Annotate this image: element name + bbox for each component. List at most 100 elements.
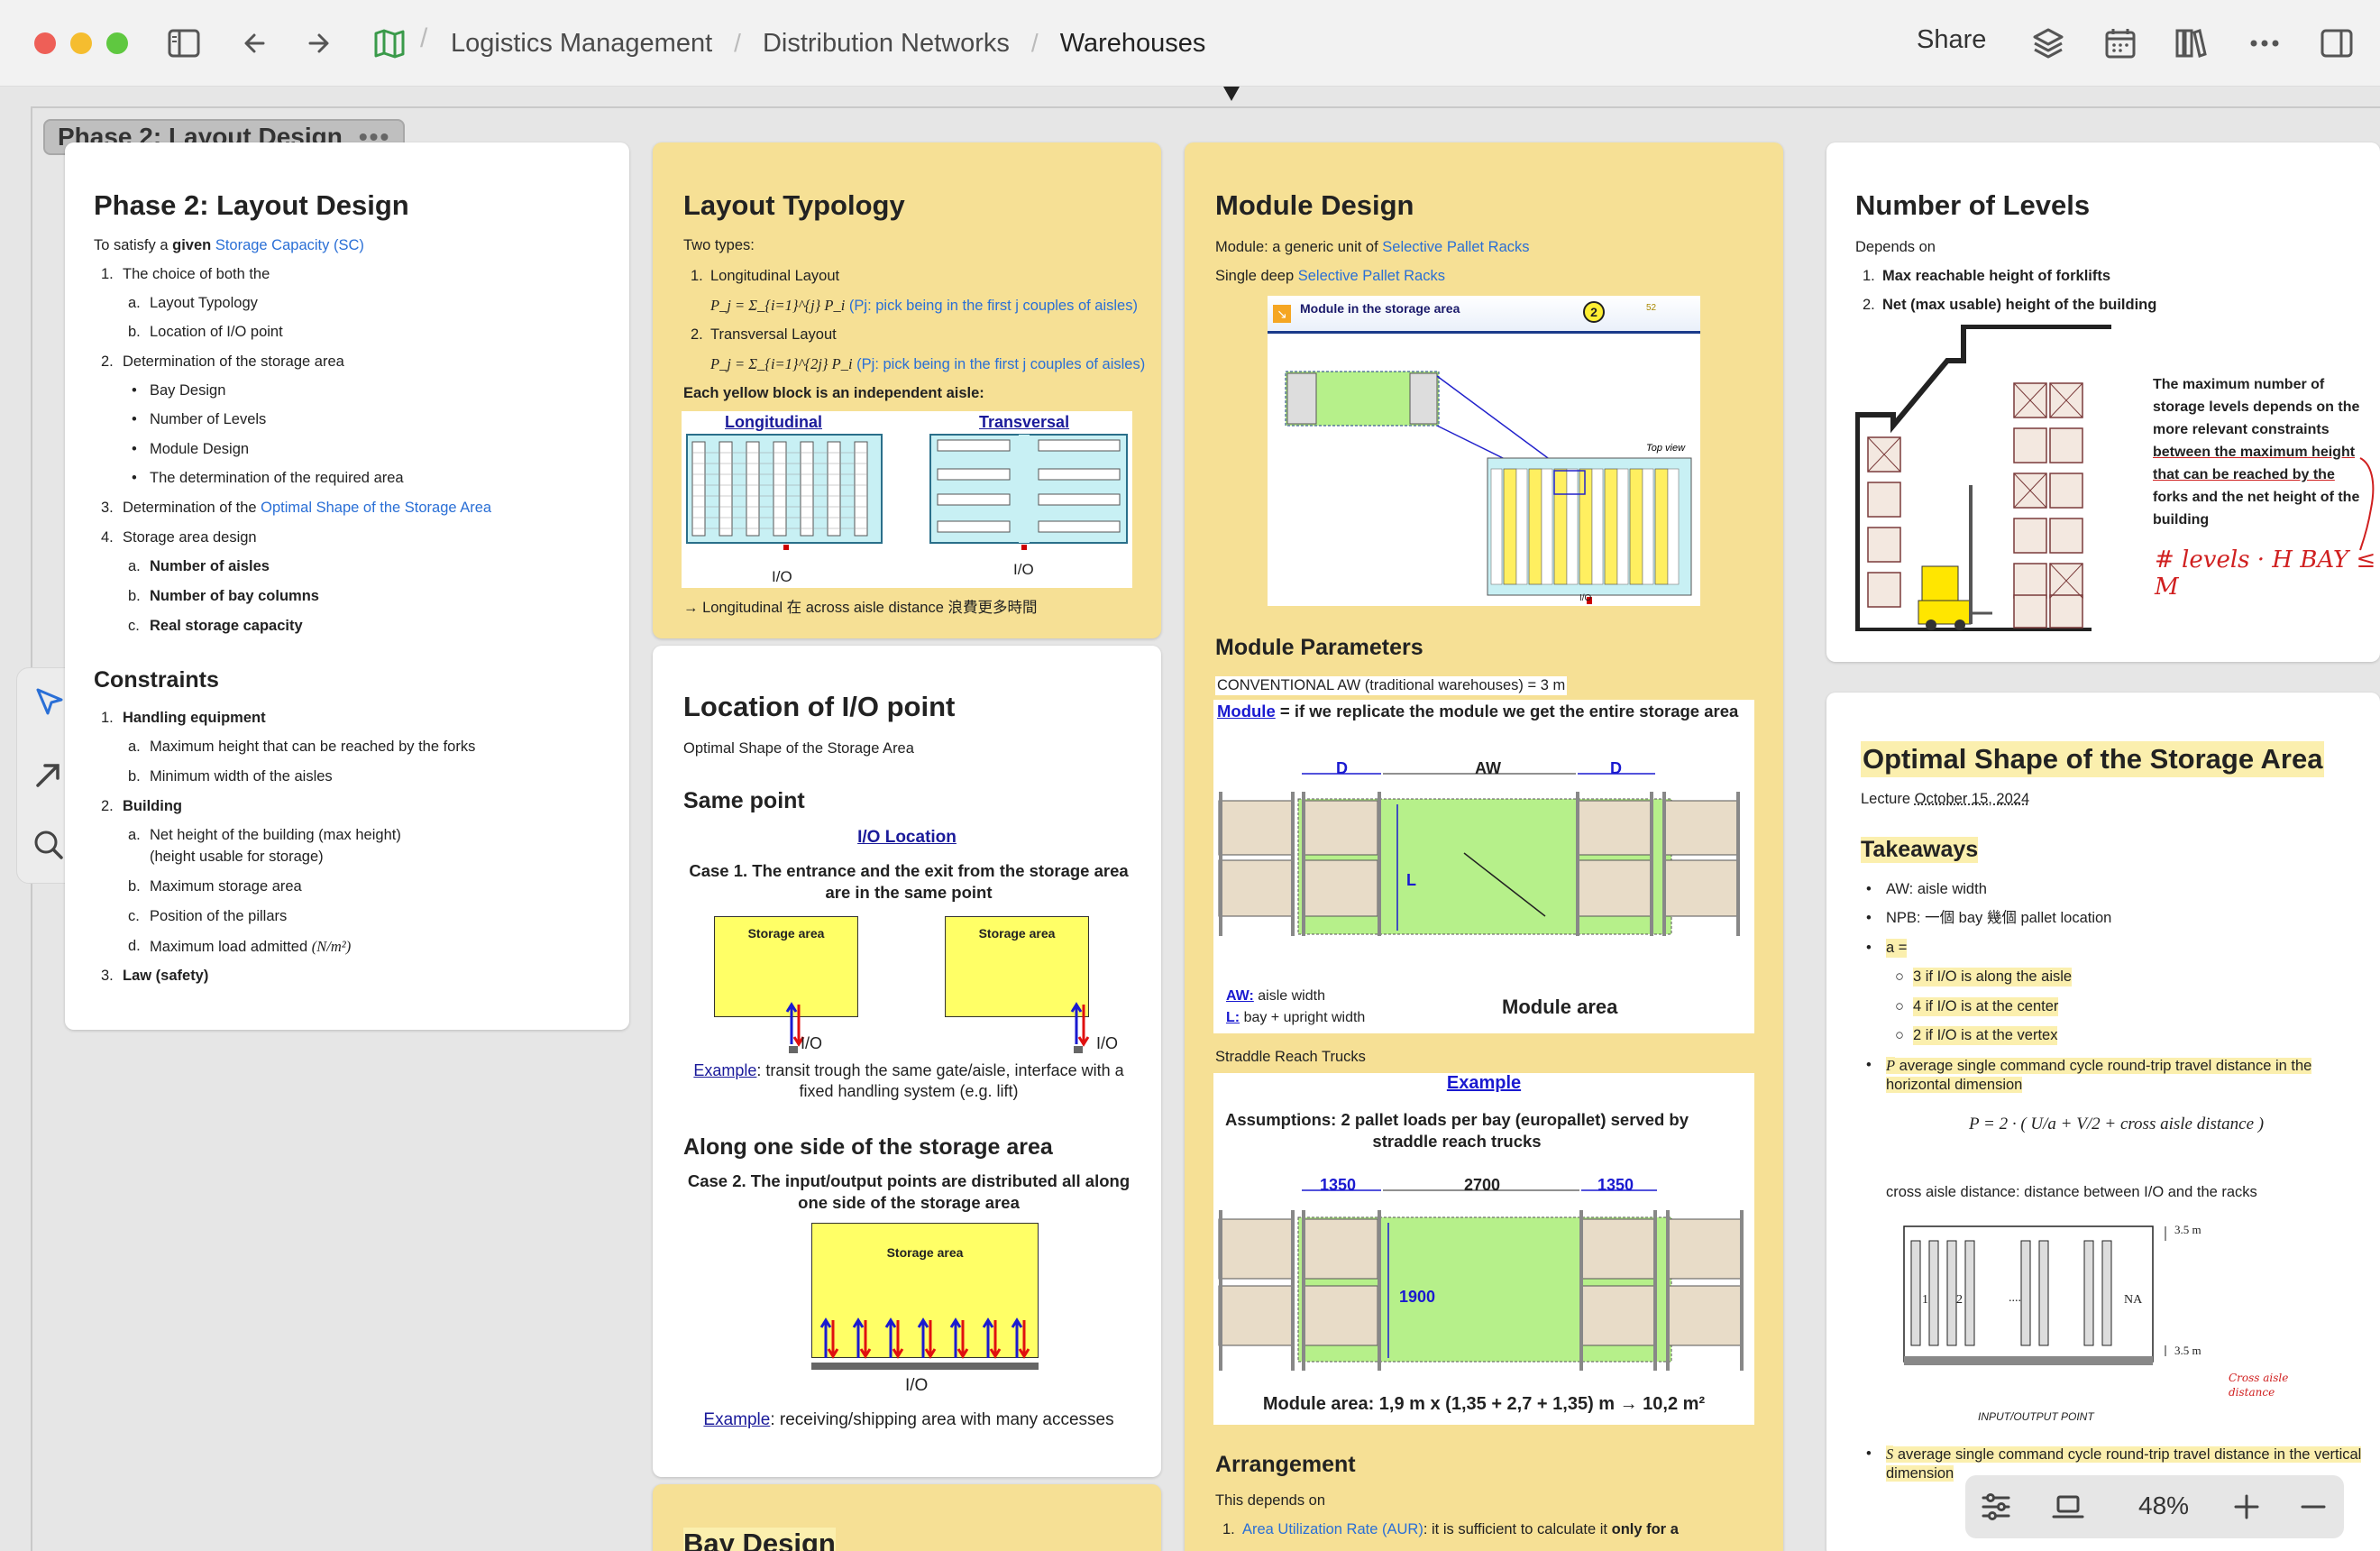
example-link[interactable]: Example <box>703 1410 770 1429</box>
card-bay-design[interactable]: Bay Design <box>653 1484 1161 1551</box>
case1-text: Case 1. The entrance and the exit from t… <box>689 861 1129 903</box>
dim-label-aw: AW <box>1475 759 1501 777</box>
list-item: Number of bay columns <box>150 588 319 604</box>
card-module-design[interactable]: Module Design Module: a generic unit of … <box>1185 142 1783 1551</box>
image-title: Module in the storage area <box>1300 301 1460 316</box>
link-selective-pallet-racks[interactable]: Selective Pallet Racks <box>1298 268 1445 284</box>
arrow-note: → Longitudinal 在 across aisle distance 浪… <box>683 600 1038 616</box>
forward-arrow-icon[interactable] <box>299 25 335 61</box>
arrow-tool-icon[interactable] <box>31 757 67 793</box>
list-item: Longitudinal Layout <box>710 268 840 284</box>
link-straddle-reach-trucks[interactable]: Straddle Reach Trucks <box>1215 1048 1366 1067</box>
link-selective-pallet-racks[interactable]: Selective Pallet Racks <box>1382 239 1529 255</box>
page-number: 52 <box>1646 303 1657 313</box>
module-parameters-image: Module = if we replicate the module we g… <box>1213 700 1754 1033</box>
list-item-text: Determination of the <box>123 500 261 516</box>
dim-label: 2700 <box>1464 1176 1501 1194</box>
close-window-button[interactable] <box>34 32 56 54</box>
map-icon[interactable] <box>371 25 407 61</box>
module-link[interactable]: Module <box>1217 702 1276 720</box>
link-location-io[interactable]: Location of I/O point <box>150 323 283 342</box>
zoom-in-icon[interactable] <box>2229 1489 2265 1525</box>
layers-icon[interactable] <box>2030 25 2066 61</box>
link-aur[interactable]: Area Utilization Rate (AUR) <box>1242 1521 1423 1537</box>
breadcrumb-item-logistics[interactable]: Logistics Management <box>451 29 712 59</box>
pointer-icon[interactable] <box>31 684 67 720</box>
share-button[interactable]: Share <box>1917 25 1986 55</box>
text: Single deep Selective Pallet Racks <box>1215 267 1445 286</box>
image-label-transversal: Transversal <box>979 413 1070 431</box>
right-panel-icon[interactable] <box>2319 25 2355 61</box>
formula: P_j = Σ_{i=1}^{j} P_i <box>710 297 846 314</box>
formula-row: P_j = Σ_{i=1}^{2j} P_i (Pj: pick being i… <box>710 354 1145 374</box>
section-heading: Module Parameters <box>1215 635 1423 660</box>
legend-aw: AW: aisle width <box>1226 988 1325 1005</box>
description-line: between the maximum height <box>2153 445 2356 460</box>
calendar-icon[interactable] <box>2102 25 2138 61</box>
zoom-level[interactable]: 48% <box>2138 1491 2189 1520</box>
case2-text: Case 2. The input/output points are dist… <box>687 1171 1130 1213</box>
module-example-image: Example Assumptions: 2 pallet loads per … <box>1213 1073 1754 1425</box>
list-item: P average single command cycle round-tri… <box>1886 1056 2373 1096</box>
adjustments-icon[interactable] <box>1978 1489 2014 1525</box>
intro-text: To satisfy a <box>94 237 173 253</box>
canvas-marker-icon <box>1223 87 1240 101</box>
formula-p: P = 2 · ( U/a + V/2 + cross aisle distan… <box>1969 1115 2265 1133</box>
link-storage-capacity[interactable]: Storage Capacity (SC) <box>215 237 364 253</box>
link-optimal-shape[interactable]: Optimal Shape of the Storage Area <box>683 739 914 758</box>
zoom-out-icon[interactable] <box>2295 1489 2331 1525</box>
example-text: : receiving/shipping area with many acce… <box>770 1410 1114 1429</box>
storage-area-label: Storage area <box>886 1245 964 1260</box>
link-module-design[interactable]: Module Design <box>150 440 249 459</box>
list-num: 1. <box>1863 268 1875 284</box>
list-item: Area Utilization Rate (AUR): it is suffi… <box>1242 1520 1679 1539</box>
io-arrows-row-icon <box>819 1317 1030 1359</box>
back-arrow-icon[interactable] <box>238 25 274 61</box>
list-num: d. <box>128 938 141 954</box>
list-item: Number of aisles <box>150 558 270 574</box>
list-item: Storage area design <box>123 529 257 546</box>
text: Two types: <box>683 237 755 253</box>
example-link[interactable]: Example <box>693 1061 756 1079</box>
more-icon[interactable] <box>2247 25 2283 61</box>
image-label-longitudinal: Longitudinal <box>725 413 822 431</box>
longitudinal-diagram <box>686 434 883 550</box>
list-item: Maximum storage area <box>150 878 302 895</box>
description-line: storage levels depends on the <box>2153 399 2360 415</box>
minimize-window-button[interactable] <box>70 32 92 54</box>
list-item: The determination of the required area <box>150 470 404 486</box>
link-bay-design[interactable]: Bay Design <box>150 381 225 400</box>
list-num: 1. <box>101 710 114 726</box>
library-icon[interactable] <box>2173 25 2209 61</box>
description-line: forks and the net height of the <box>2153 490 2360 505</box>
card-phase2[interactable]: Phase 2: Layout Design To satisfy a give… <box>65 142 629 1030</box>
lecture-date[interactable]: October 15, 2024 <box>1915 791 2030 807</box>
aisle-label: 1 <box>1922 1293 1928 1307</box>
handwritten-inequality: # levels · H BAY ≤ M <box>2155 546 2376 601</box>
link-optimal-shape[interactable]: Optimal Shape of the Storage Area <box>261 500 491 516</box>
io-label: I/O <box>1096 1034 1119 1052</box>
laptop-icon[interactable] <box>2050 1489 2086 1525</box>
card-number-of-levels[interactable]: Number of Levels Depends on 1. Max reach… <box>1826 142 2380 662</box>
link-layout-typology[interactable]: Layout Typology <box>150 294 258 313</box>
assumptions: Assumptions: 2 pallet loads per bay (eur… <box>1224 1110 1689 1152</box>
zoom-window-button[interactable] <box>106 32 128 54</box>
search-icon[interactable] <box>31 827 67 863</box>
breadcrumb-item-distribution[interactable]: Distribution Networks <box>763 29 1010 59</box>
handwritten-bracket <box>2359 457 2375 551</box>
breadcrumb-item-warehouses[interactable]: Warehouses <box>1060 29 1206 59</box>
link-number-of-levels[interactable]: Number of Levels <box>150 410 266 429</box>
sidebar-toggle-icon[interactable] <box>166 25 202 61</box>
warehouse-levels-image <box>1855 325 2111 631</box>
symbol: S <box>1886 1445 1894 1463</box>
list-num: b. <box>128 768 141 785</box>
card-layout-typology[interactable]: Layout Typology Two types: 1. Longitudin… <box>653 142 1161 638</box>
bullet: ○ <box>1895 968 1904 985</box>
list-num: b. <box>128 588 141 604</box>
example-diagram <box>1218 1189 1744 1371</box>
card-location-io[interactable]: Location of I/O point Optimal Shape of t… <box>653 646 1161 1477</box>
card-optimal-shape[interactable]: Optimal Shape of the Storage Area Lectur… <box>1826 693 2380 1551</box>
bullet: ○ <box>1895 998 1904 1014</box>
legend-l: L: bay + upright width <box>1226 1010 1365 1026</box>
io-label: I/O <box>1013 561 1034 578</box>
